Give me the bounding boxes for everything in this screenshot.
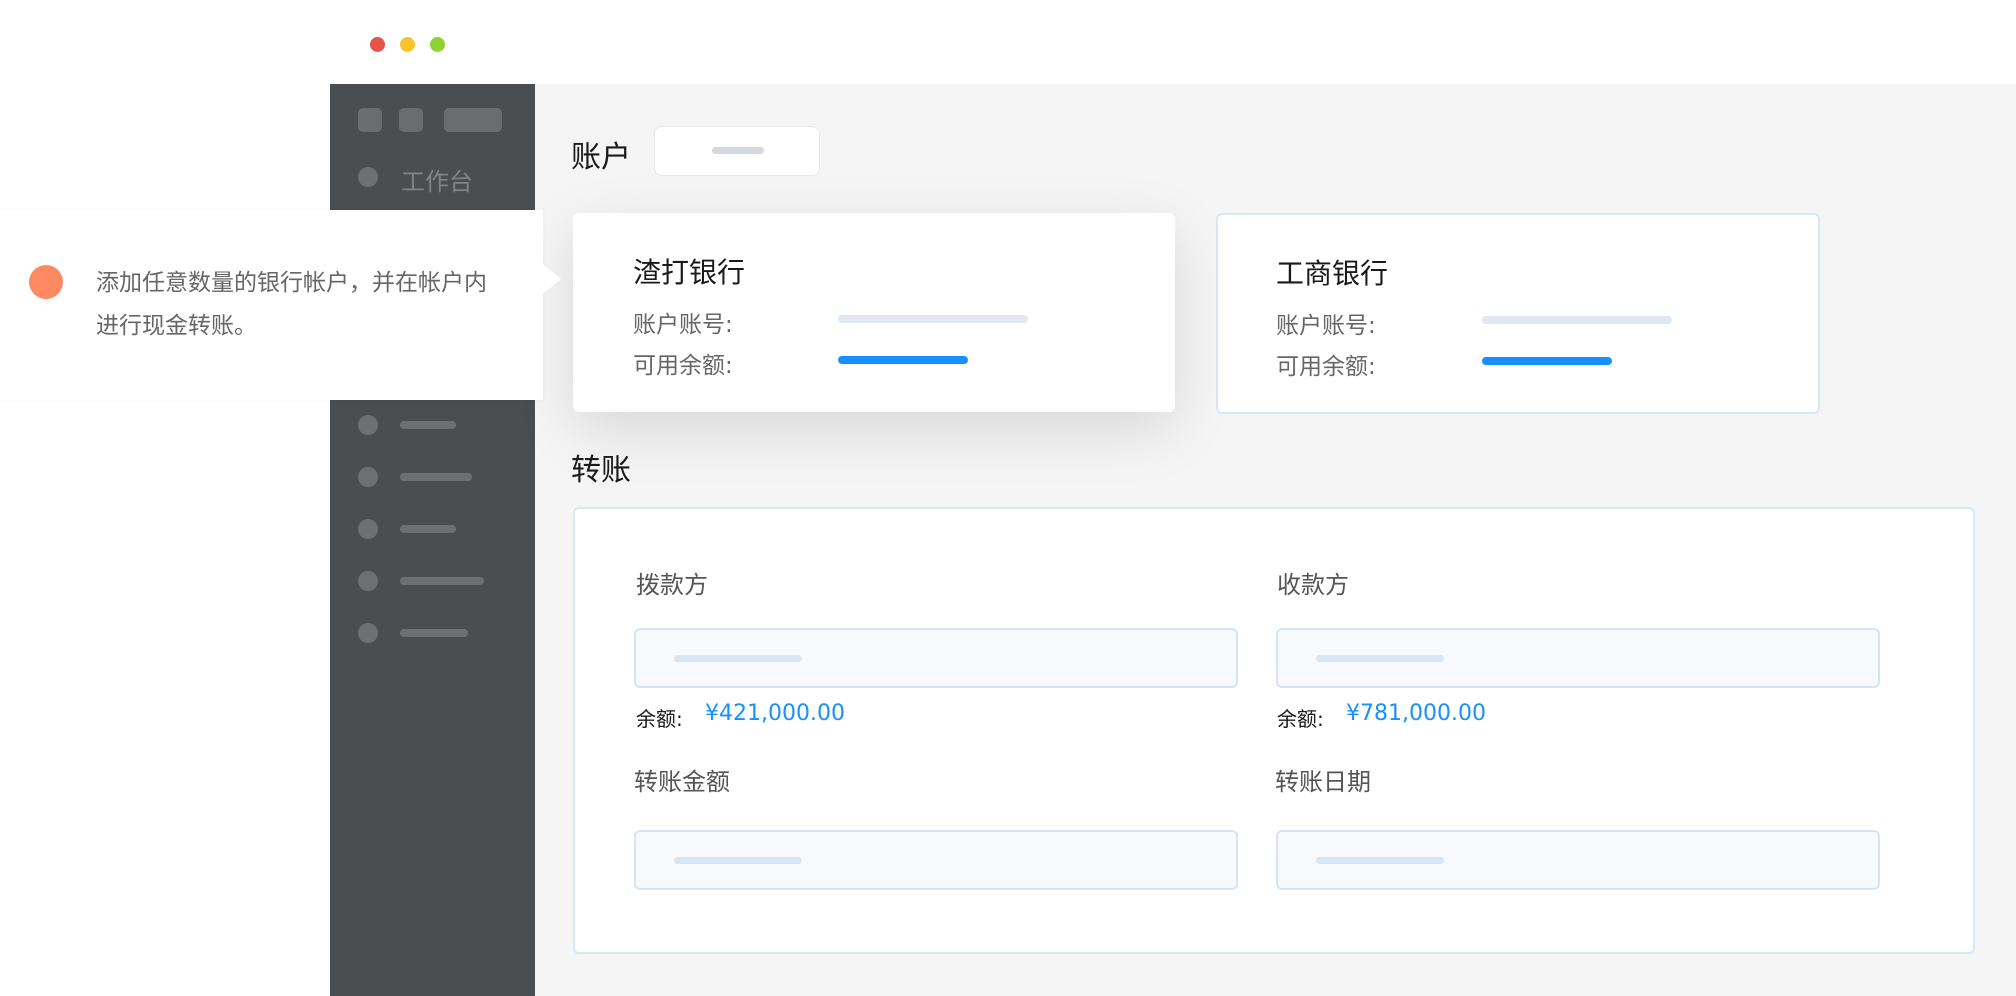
account-no-label: 账户账号: xyxy=(1276,313,1376,339)
callout-bullet-icon xyxy=(29,265,63,299)
payer-label: 拨款方 xyxy=(636,571,708,599)
sidebar-item-placeholder[interactable] xyxy=(400,525,456,533)
sidebar-item-placeholder[interactable] xyxy=(400,577,484,585)
callout-text: 添加任意数量的银行帐户，并在帐户内进行现金转账。 xyxy=(96,270,487,339)
sidebar-item-workspace[interactable]: 工作台 xyxy=(401,162,473,197)
input-placeholder xyxy=(674,655,802,662)
payee-label: 收款方 xyxy=(1277,571,1349,599)
transfer-title: 转账 xyxy=(571,453,631,488)
amount-label: 转账金额 xyxy=(634,768,730,796)
bank-card-standard-chartered[interactable]: 渣打银行 账户账号: 可用余额: xyxy=(573,213,1175,412)
available-balance-placeholder xyxy=(1482,357,1612,365)
sidebar-icon-3[interactable] xyxy=(444,108,502,132)
payer-balance-label: 余额: xyxy=(636,707,683,731)
sidebar-item-icon xyxy=(358,467,378,487)
pill-placeholder xyxy=(712,147,764,154)
payer-select[interactable] xyxy=(634,628,1238,688)
sidebar-item-placeholder[interactable] xyxy=(400,473,472,481)
accounts-title: 账户 xyxy=(571,140,631,175)
input-placeholder xyxy=(674,857,802,864)
sidebar-icon-1[interactable] xyxy=(358,108,382,132)
bank-name: 渣打银行 xyxy=(633,256,746,289)
bank-name: 工商银行 xyxy=(1276,257,1389,290)
sidebar-item-icon xyxy=(358,415,378,435)
callout-arrow xyxy=(543,264,561,294)
payee-balance-value: ¥781,000.00 xyxy=(1346,701,1486,726)
date-label: 转账日期 xyxy=(1275,768,1371,796)
payee-select[interactable] xyxy=(1276,628,1880,688)
sidebar-item-icon xyxy=(358,571,378,591)
account-no-label: 账户账号: xyxy=(633,312,733,338)
bank-card-icbc[interactable]: 工商银行 账户账号: 可用余额: xyxy=(1216,213,1820,414)
payer-balance-value: ¥421,000.00 xyxy=(705,701,845,726)
window-minimize-button[interactable] xyxy=(400,37,415,52)
amount-input[interactable] xyxy=(634,830,1238,890)
account-no-placeholder xyxy=(1482,316,1672,324)
available-balance-label: 可用余额: xyxy=(1276,354,1376,380)
sidebar-item-placeholder[interactable] xyxy=(400,421,456,429)
available-balance-placeholder xyxy=(838,356,968,364)
workspace-icon xyxy=(358,167,378,187)
date-input[interactable] xyxy=(1276,830,1880,890)
transfer-panel: 拨款方 收款方 余额: ¥421,000.00 余额: ¥781,000.00 … xyxy=(573,507,1975,954)
payee-balance-label: 余额: xyxy=(1277,707,1324,731)
available-balance-label: 可用余额: xyxy=(633,353,733,379)
account-no-placeholder xyxy=(838,315,1028,323)
input-placeholder xyxy=(1316,655,1444,662)
window-close-button[interactable] xyxy=(370,37,385,52)
sidebar-item-icon xyxy=(358,623,378,643)
account-filter-pill[interactable] xyxy=(654,126,820,176)
input-placeholder xyxy=(1316,857,1444,864)
window-maximize-button[interactable] xyxy=(430,37,445,52)
sidebar-icon-2[interactable] xyxy=(399,108,423,132)
sidebar-item-icon xyxy=(358,519,378,539)
sidebar-item-placeholder[interactable] xyxy=(400,629,468,637)
